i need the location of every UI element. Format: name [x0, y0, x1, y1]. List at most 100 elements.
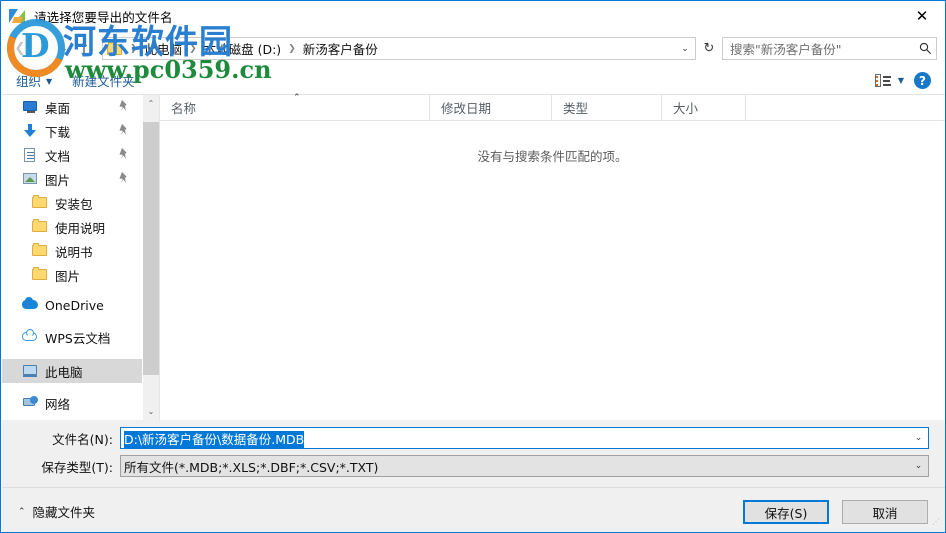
- view-options-button[interactable]: ▼: [874, 74, 904, 87]
- sidebar-item-manual[interactable]: 说明书: [2, 239, 142, 263]
- navigation-sidebar: 桌面 下载 文档 图片 安装包 使用说明 说明书 图片 OneDrive WPS…: [2, 95, 142, 420]
- filename-combobox[interactable]: D:\新汤客户备份\数据备份.MDB ⌄: [120, 427, 929, 449]
- scrollbar-track[interactable]: [143, 112, 159, 403]
- pin-icon: [118, 124, 130, 137]
- filename-value: D:\新汤客户备份\数据备份.MDB: [124, 430, 305, 448]
- address-dropdown-icon[interactable]: ⌄: [675, 38, 695, 59]
- filename-input[interactable]: D:\新汤客户备份\数据备份.MDB: [121, 429, 909, 448]
- pictures-icon: [22, 171, 39, 187]
- refresh-button[interactable]: ↻: [696, 36, 722, 61]
- sidebar-item-label: 图片: [45, 172, 71, 188]
- sidebar-item-label: 使用说明: [55, 220, 106, 236]
- cancel-button[interactable]: 取消: [842, 500, 928, 524]
- breadcrumb-separator: ❯: [189, 43, 197, 54]
- sidebar-item-downloads[interactable]: 下载: [2, 119, 142, 143]
- breadcrumb-separator: ❯: [288, 43, 296, 54]
- app-icon: [8, 7, 28, 27]
- filetype-combobox[interactable]: 所有文件(*.MDB;*.XLS;*.DBF;*.CSV;*.TXT) ⌄: [120, 455, 929, 477]
- search-box[interactable]: 搜索"新汤客户备份": [722, 37, 937, 60]
- search-icon: [914, 42, 936, 55]
- chevron-down-icon[interactable]: ⌄: [909, 456, 928, 476]
- download-icon: [22, 123, 39, 139]
- up-button[interactable]: ↑: [72, 37, 96, 61]
- sidebar-item-wps-cloud[interactable]: WPS云文档: [2, 325, 142, 349]
- sidebar-item-label: 网络: [45, 396, 71, 412]
- chevron-down-icon[interactable]: ⌄: [909, 428, 928, 448]
- sidebar-item-usage-instructions[interactable]: 使用说明: [2, 215, 142, 239]
- sidebar-item-label: 桌面: [45, 100, 71, 116]
- breadcrumb-item-current-folder[interactable]: 新汤客户备份: [300, 39, 381, 58]
- sidebar-item-desktop[interactable]: 桌面: [2, 95, 142, 119]
- sidebar-item-label: 下载: [45, 124, 71, 140]
- folder-icon: [107, 41, 124, 56]
- sidebar-item-this-pc[interactable]: 此电脑: [2, 359, 142, 383]
- search-input[interactable]: 搜索"新汤客户备份": [723, 39, 914, 58]
- sidebar-item-label: 说明书: [55, 244, 93, 260]
- sidebar-item-label: OneDrive: [45, 297, 104, 313]
- resize-grip[interactable]: ⋰: [932, 518, 942, 530]
- chevron-down-icon: ▼: [897, 76, 904, 85]
- toolbar: 组织 ▼ 新建文件夹 ▼ ?: [2, 67, 945, 95]
- pin-icon: [118, 172, 130, 185]
- sidebar-item-label: 文档: [45, 148, 71, 164]
- help-icon[interactable]: ?: [914, 72, 931, 89]
- column-header-date[interactable]: 修改日期: [430, 95, 552, 120]
- column-header-type[interactable]: 类型: [552, 95, 662, 120]
- scroll-down-button[interactable]: ⌄: [143, 403, 159, 420]
- file-list-pane: 名称 修改日期 类型 大小 ⌃ 没有与搜索条件匹配的项。: [160, 93, 945, 420]
- chevron-down-icon: ▼: [46, 77, 53, 86]
- sidebar-item-pictures[interactable]: 图片: [2, 167, 142, 191]
- sidebar-item-network[interactable]: 网络: [2, 391, 142, 415]
- close-button[interactable]: ✕: [899, 1, 945, 31]
- desktop-icon: [22, 99, 39, 115]
- column-headers: 名称 修改日期 类型 大小 ⌃: [160, 93, 945, 121]
- organize-button[interactable]: 组织 ▼: [10, 68, 58, 93]
- sidebar-item-label: 安装包: [55, 196, 93, 212]
- address-bar[interactable]: ❯ 此电脑 ❯ 本地磁盘 (D:) ❯ 新汤客户备份 ⌄: [102, 37, 696, 60]
- breadcrumb-item-local-disk[interactable]: 本地磁盘 (D:): [201, 39, 285, 58]
- forward-button[interactable]: ❯: [32, 37, 56, 61]
- sidebar-item-label: 图片: [55, 268, 81, 284]
- view-layout-icon: [874, 74, 891, 87]
- filetype-label: 保存类型(T):: [41, 459, 113, 475]
- folder-icon: [32, 267, 49, 283]
- filetype-row: 保存类型(T): 所有文件(*.MDB;*.XLS;*.DBF;*.CSV;*.…: [2, 454, 945, 478]
- sidebar-item-setup-package[interactable]: 安装包: [2, 191, 142, 215]
- scrollbar-thumb[interactable]: [143, 122, 159, 375]
- sidebar-item-pictures-folder[interactable]: 图片: [2, 263, 142, 287]
- pin-icon: [118, 100, 130, 113]
- pin-icon: [118, 148, 130, 161]
- sidebar-item-label: WPS云文档: [45, 330, 111, 346]
- search-icon-svg: [919, 42, 931, 54]
- hide-folders-toggle[interactable]: ⌃ 隐藏文件夹: [18, 502, 95, 521]
- back-button[interactable]: ❮: [8, 37, 32, 61]
- column-header-size[interactable]: 大小: [662, 95, 746, 120]
- folder-icon: [32, 243, 49, 259]
- title-bar: 请选择您要导出的文件名 ✕: [1, 1, 945, 32]
- wps-cloud-icon: [22, 329, 39, 345]
- sidebar-item-documents[interactable]: 文档: [2, 143, 142, 167]
- filename-row: 文件名(N): D:\新汤客户备份\数据备份.MDB ⌄: [2, 426, 945, 450]
- sidebar-item-onedrive[interactable]: OneDrive: [2, 293, 142, 317]
- breadcrumb-item-this-pc[interactable]: 此电脑: [142, 39, 186, 58]
- new-folder-label: 新建文件夹: [72, 74, 135, 89]
- dialog-footer: ⌃ 隐藏文件夹 保存(S) 取消 ⋰: [2, 487, 945, 532]
- chevron-up-icon: ⌃: [18, 506, 26, 517]
- organize-label: 组织: [16, 74, 42, 89]
- scroll-up-button[interactable]: ⌃: [143, 95, 159, 112]
- folder-icon: [32, 195, 49, 211]
- sidebar-item-label: 此电脑: [45, 364, 83, 380]
- this-pc-icon: [22, 363, 39, 379]
- sort-ascending-icon: ⌃: [293, 93, 301, 103]
- breadcrumb-separator: ❯: [130, 43, 138, 54]
- save-file-dialog: 请选择您要导出的文件名 ✕ ❮ ❯ ⌄ ↑ ❯ 此电脑 ❯ 本地磁盘 (D:) …: [0, 0, 946, 533]
- recent-locations-icon[interactable]: ⌄: [56, 37, 72, 61]
- save-button[interactable]: 保存(S): [743, 500, 829, 524]
- new-folder-button[interactable]: 新建文件夹: [66, 68, 141, 93]
- folder-icon: [32, 219, 49, 235]
- sidebar-scrollbar[interactable]: ⌃ ⌄: [142, 95, 159, 420]
- empty-list-message: 没有与搜索条件匹配的项。: [477, 149, 628, 164]
- filetype-value: 所有文件(*.MDB;*.XLS;*.DBF;*.CSV;*.TXT): [124, 459, 379, 475]
- network-icon: [22, 395, 39, 411]
- address-bar-row: ❮ ❯ ⌄ ↑ ❯ 此电脑 ❯ 本地磁盘 (D:) ❯ 新汤客户备份 ⌄ ↻ 搜…: [2, 32, 945, 65]
